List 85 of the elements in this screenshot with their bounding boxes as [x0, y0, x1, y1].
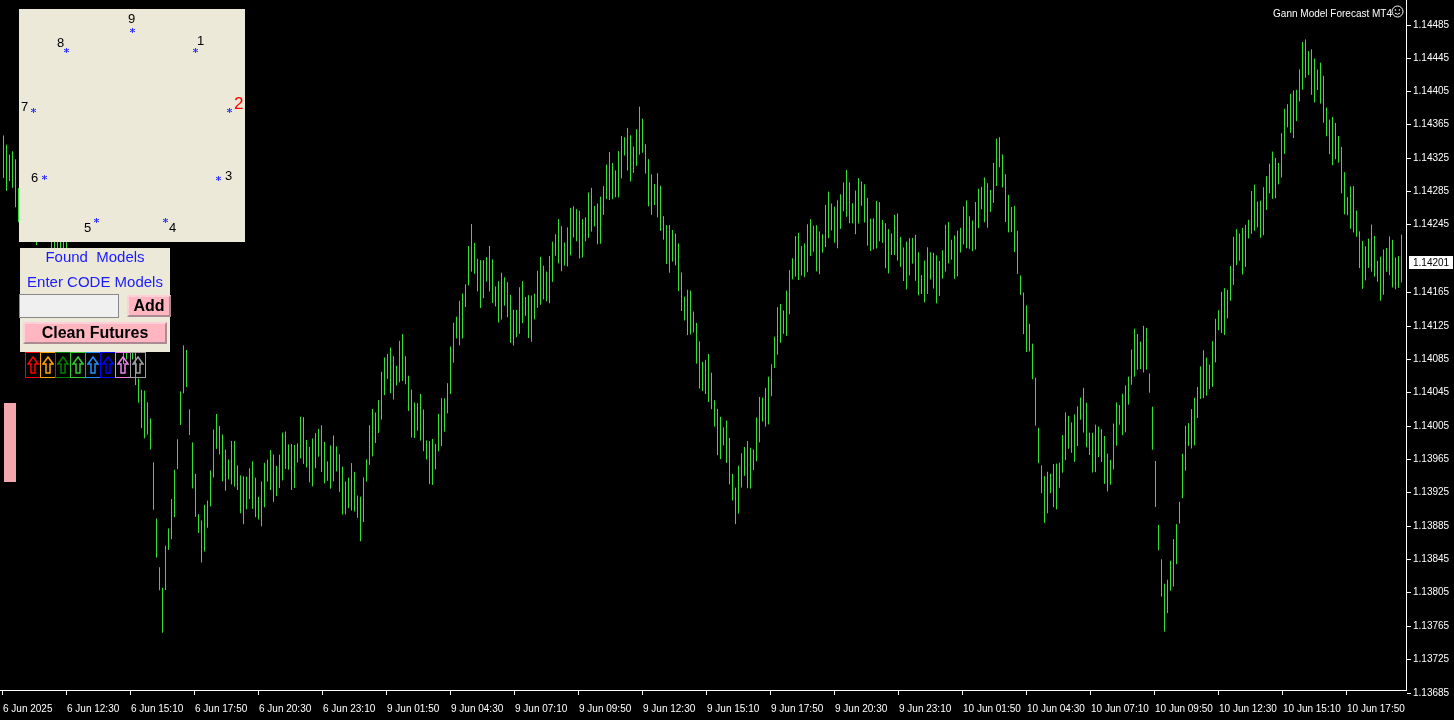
side-handle[interactable] — [4, 403, 16, 482]
price-label: 1.14445 — [1413, 52, 1450, 64]
dial-number: 9 — [128, 12, 136, 26]
price-label: 1.14365 — [1413, 118, 1450, 130]
price-label: 1.14005 — [1413, 420, 1450, 432]
up-arrow-icon — [72, 356, 84, 374]
time-label: 6 Jun 12:30 — [67, 703, 120, 715]
arrow-button[interactable] — [85, 352, 101, 378]
time-label: 9 Jun 15:10 — [707, 703, 760, 715]
panel-title: Found Models — [45, 248, 145, 265]
time-label: 10 Jun 15:10 — [1283, 703, 1341, 715]
dial-number: 8 — [57, 36, 65, 50]
star-icon — [42, 175, 47, 180]
price-label: 1.14045 — [1413, 386, 1450, 398]
time-label: 6 Jun 15:10 — [131, 703, 184, 715]
star-icon — [193, 48, 198, 53]
dial-number: 7 — [21, 100, 29, 114]
star-icon — [216, 176, 221, 181]
time-label: 6 Jun 20:30 — [259, 703, 312, 715]
price-label: 1.14245 — [1413, 218, 1450, 230]
up-arrow-icon — [117, 356, 129, 374]
star-icon — [130, 28, 135, 33]
time-label: 10 Jun 01:50 — [963, 703, 1021, 715]
price-label: 1.14325 — [1413, 152, 1450, 164]
add-button[interactable]: Add — [127, 295, 171, 317]
price-label: 1.14085 — [1413, 353, 1450, 365]
dial-number: 6 — [31, 171, 39, 185]
dial-number: 4 — [169, 221, 177, 235]
smiley-icon — [1391, 5, 1404, 18]
up-arrow-icon — [27, 356, 39, 374]
up-arrow-icon — [42, 356, 54, 374]
price-label: 1.13685 — [1413, 687, 1450, 699]
time-label: 6 Jun 2025 — [3, 703, 53, 715]
price-label: 1.13885 — [1413, 520, 1450, 532]
arrow-button[interactable] — [25, 352, 41, 378]
price-label: 1.13845 — [1413, 553, 1450, 565]
time-label: 10 Jun 04:30 — [1027, 703, 1085, 715]
dial-number: 2 — [234, 97, 244, 111]
price-label: 1.14485 — [1413, 19, 1450, 31]
time-label: 9 Jun 12:30 — [643, 703, 696, 715]
arrow-button[interactable] — [115, 352, 131, 378]
arrow-button[interactable] — [55, 352, 71, 378]
star-icon — [64, 48, 69, 53]
panel-prompt: Enter CODE Models — [27, 273, 163, 290]
time-label: 9 Jun 07:10 — [515, 703, 568, 715]
time-label: 9 Jun 17:50 — [771, 703, 824, 715]
price-label: 1.13925 — [1413, 486, 1450, 498]
dial-number: 3 — [225, 169, 233, 183]
up-arrow-icon — [102, 356, 114, 374]
price-label: 1.13725 — [1413, 653, 1450, 665]
indicator-title: Gann Model Forecast MT4 — [1273, 7, 1392, 21]
star-icon — [31, 108, 36, 113]
star-icon — [94, 218, 99, 223]
price-label: 1.14165 — [1413, 286, 1450, 298]
dial-number: 1 — [197, 34, 205, 48]
time-label: 6 Jun 23:10 — [323, 703, 376, 715]
time-label: 10 Jun 12:30 — [1219, 703, 1277, 715]
arrow-button[interactable] — [70, 352, 86, 378]
clean-futures-button[interactable]: Clean Futures — [23, 322, 167, 344]
price-label: 1.13805 — [1413, 586, 1450, 598]
price-label: 1.13765 — [1413, 620, 1450, 632]
price-label: 1.13965 — [1413, 453, 1450, 465]
time-label: 10 Jun 17:50 — [1347, 703, 1405, 715]
price-label: 1.14285 — [1413, 185, 1450, 197]
time-label: 9 Jun 04:30 — [451, 703, 504, 715]
star-icon — [163, 218, 168, 223]
up-arrow-icon — [57, 356, 69, 374]
price-label: 1.14405 — [1413, 85, 1450, 97]
code-input-field[interactable] — [19, 294, 120, 318]
time-label: 6 Jun 17:50 — [195, 703, 248, 715]
time-label: 10 Jun 09:50 — [1155, 703, 1213, 715]
time-label: 9 Jun 01:50 — [387, 703, 440, 715]
price-label: 1.14125 — [1413, 320, 1450, 332]
time-label: 9 Jun 23:10 — [899, 703, 952, 715]
arrow-button[interactable] — [40, 352, 56, 378]
up-arrow-icon — [87, 356, 99, 374]
arrow-button[interactable] — [100, 352, 116, 378]
star-icon — [227, 108, 232, 113]
time-label: 9 Jun 20:30 — [835, 703, 888, 715]
time-label: 10 Jun 07:10 — [1091, 703, 1149, 715]
up-arrow-icon — [132, 356, 144, 374]
arrow-button[interactable] — [130, 352, 146, 378]
current-price-label: 1.14201 — [1409, 256, 1454, 269]
dial-number: 5 — [84, 221, 92, 235]
time-label: 9 Jun 09:50 — [579, 703, 632, 715]
